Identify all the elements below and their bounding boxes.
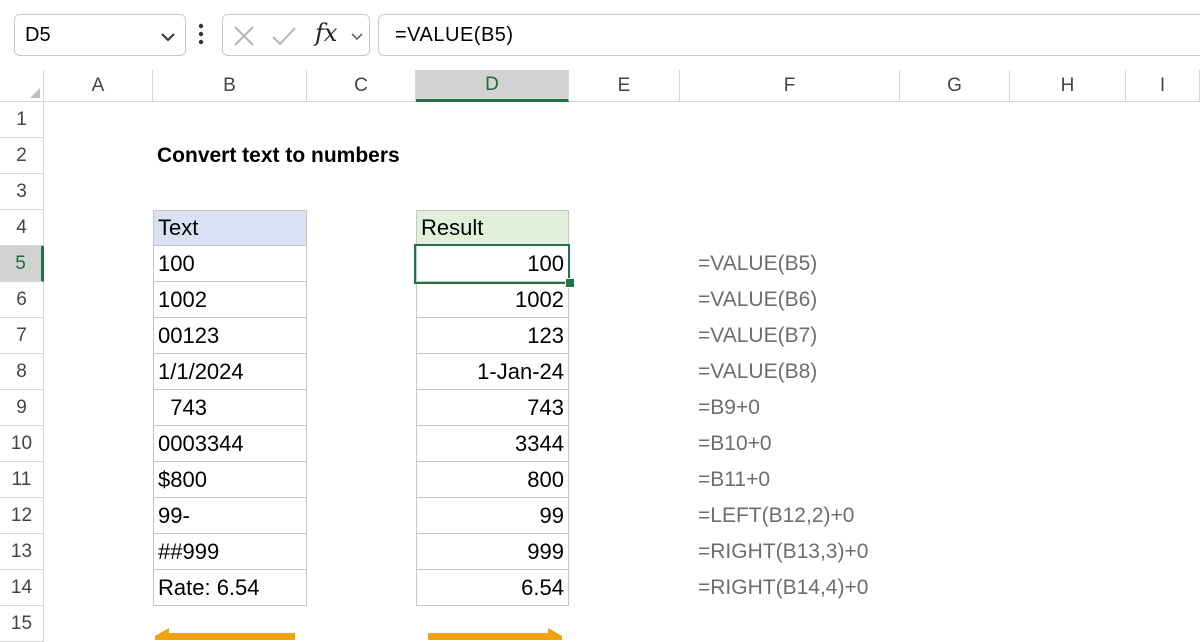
text-cell[interactable]: Rate: 6.54 [153,570,307,606]
result-cell[interactable]: 123 [416,318,569,354]
column-header-f[interactable]: F [680,70,900,102]
result-cell[interactable]: 1002 [416,282,569,318]
text-cell[interactable]: 00123 [153,318,307,354]
result-cell[interactable]: 99 [416,498,569,534]
formula-display-cell[interactable]: =B10+0 [694,426,994,462]
chevron-down-icon[interactable] [161,33,175,42]
row-header-14[interactable]: 14 [0,570,44,606]
row-header-8[interactable]: 8 [0,354,44,390]
text-cell[interactable]: 0003344 [153,426,307,462]
text-cell[interactable]: ##999 [153,534,307,570]
text-column-header[interactable]: Text [153,210,307,246]
fill-handle[interactable] [565,278,575,288]
text-cell[interactable]: 100 [153,246,307,282]
row-header-4[interactable]: 4 [0,210,44,246]
formula-input[interactable]: =VALUE(B5) [378,14,1200,56]
cancel-icon[interactable] [233,25,255,47]
row-header-15[interactable]: 15 [0,606,44,642]
right-arrow-icon [428,628,562,640]
sheet-title[interactable]: Convert text to numbers [153,138,553,174]
row-header-13[interactable]: 13 [0,534,44,570]
result-cell[interactable]: 999 [416,534,569,570]
name-box[interactable]: D5 [14,14,186,56]
more-icon[interactable] [198,22,204,46]
text-cell[interactable]: 743 [153,390,307,426]
text-cell[interactable]: $800 [153,462,307,498]
result-column-header[interactable]: Result [416,210,569,246]
formula-display-cell[interactable]: =LEFT(B12,2)+0 [694,498,994,534]
enter-icon[interactable] [271,25,297,47]
row-header-12[interactable]: 12 [0,498,44,534]
formula-display-cell[interactable]: =B11+0 [694,462,994,498]
row-header-2[interactable]: 2 [0,138,44,174]
column-header-a[interactable]: A [44,70,153,102]
text-cell[interactable]: 1/1/2024 [153,354,307,390]
row-header-6[interactable]: 6 [0,282,44,318]
left-arrow-icon [155,628,295,640]
formula-display-cell[interactable]: =RIGHT(B14,4)+0 [694,570,994,606]
result-cell[interactable]: 800 [416,462,569,498]
row-header-10[interactable]: 10 [0,426,44,462]
column-header-h[interactable]: H [1010,70,1126,102]
result-cell[interactable]: 100 [416,246,569,282]
text-cell[interactable]: 1002 [153,282,307,318]
name-box-value: D5 [25,24,51,46]
select-all-triangle [30,88,40,98]
row-header-3[interactable]: 3 [0,174,44,210]
formula-bar: D5 fx =VALUE(B5) [0,0,1200,70]
worksheet-grid[interactable]: ABCDEFGHI 1 2 3 4 5 6 7 8 9 10 11 12 13 14 15 Convert … [0,70,1200,642]
column-header-g[interactable]: G [900,70,1010,102]
row-header-5[interactable]: 5 [0,246,44,282]
formula-display-cell[interactable]: =VALUE(B8) [694,354,994,390]
row-header-7[interactable]: 7 [0,318,44,354]
formula-text: =VALUE(B5) [395,24,514,46]
result-cell[interactable]: 3344 [416,426,569,462]
formula-display-cell[interactable]: =VALUE(B7) [694,318,994,354]
fx-icon[interactable]: fx [315,19,337,47]
formula-buttons: fx [222,14,370,56]
row-header-9[interactable]: 9 [0,390,44,426]
formula-display-cell[interactable]: =VALUE(B5) [694,246,994,282]
formula-display-cell[interactable]: =B9+0 [694,390,994,426]
result-cell[interactable]: 743 [416,390,569,426]
column-header-i[interactable]: I [1126,70,1200,102]
formula-display-cell[interactable]: =RIGHT(B13,3)+0 [694,534,994,570]
chevron-down-icon[interactable] [351,33,363,41]
row-header-1[interactable]: 1 [0,102,44,138]
column-header-e[interactable]: E [569,70,680,102]
row-header-11[interactable]: 11 [0,462,44,498]
column-header-b[interactable]: B [153,70,307,102]
column-header-d[interactable]: D [416,70,569,102]
column-header-c[interactable]: C [307,70,416,102]
formula-display-cell[interactable]: =VALUE(B6) [694,282,994,318]
result-cell[interactable]: 6.54 [416,570,569,606]
select-all-corner[interactable] [0,70,44,102]
text-cell[interactable]: 99- [153,498,307,534]
result-cell[interactable]: 1-Jan-24 [416,354,569,390]
